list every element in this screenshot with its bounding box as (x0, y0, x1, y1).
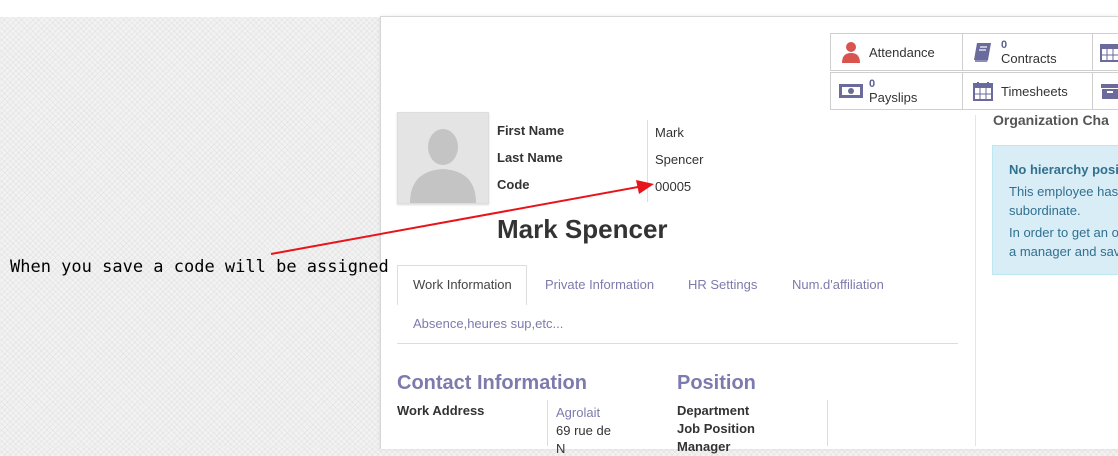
tab-hr-settings[interactable]: HR Settings (688, 277, 757, 292)
position-title: Position (677, 372, 756, 394)
department-label: Department (677, 403, 750, 418)
tab-work-information-label[interactable]: Work Information (413, 277, 512, 292)
tab-num-affiliation[interactable]: Num.d'affiliation (792, 277, 884, 292)
organization-chart-title: Organization Cha (993, 112, 1109, 128)
work-address-label: Work Address (397, 403, 485, 418)
right-panel-divider (975, 115, 976, 446)
info-box-line1: This employee has (1009, 184, 1118, 199)
manager-label: Manager (677, 439, 731, 454)
contact-information-title: Contact Information (397, 372, 587, 394)
info-box-line3: In order to get an o (1009, 225, 1118, 240)
position-divider (827, 400, 828, 446)
job-position-label: Job Position (677, 421, 755, 436)
info-box-line2: subordinate. (1009, 203, 1081, 218)
tab-absence[interactable]: Absence,heures sup,etc... (413, 316, 563, 331)
work-address-line: 69 rue de (556, 423, 611, 438)
tabs-divider (397, 343, 958, 344)
info-box-title: No hierarchy posi (1009, 162, 1118, 177)
tab-private-information[interactable]: Private Information (545, 277, 654, 292)
info-box-line4: a manager and sav (1009, 244, 1118, 259)
work-address-line2: N (556, 441, 566, 456)
hierarchy-info-box: No hierarchy posi This employee has subo… (992, 145, 1118, 275)
contact-divider (547, 400, 548, 446)
work-address-company[interactable]: Agrolait (556, 405, 600, 420)
